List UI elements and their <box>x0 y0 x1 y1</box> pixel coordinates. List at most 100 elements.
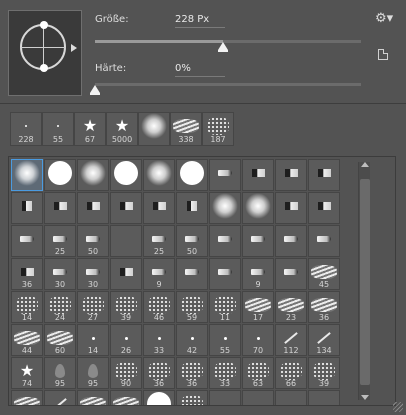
brush-preset[interactable]: 14 <box>77 324 109 356</box>
brush-preset[interactable] <box>110 390 142 405</box>
brush-preset[interactable]: 50 <box>77 225 109 257</box>
brush-preset[interactable] <box>11 192 43 224</box>
brush-preset[interactable]: 26 <box>110 324 142 356</box>
recent-brush[interactable]: 55 <box>42 112 74 146</box>
brush-preset[interactable]: 36 <box>176 357 208 389</box>
recent-brush[interactable]: 228 <box>10 112 42 146</box>
brush-preset[interactable]: 9 <box>242 258 274 290</box>
brush-preset[interactable] <box>176 192 208 224</box>
brush-preset[interactable]: 33 <box>143 324 175 356</box>
brush-preset[interactable] <box>11 390 43 405</box>
brush-preset[interactable]: 14 <box>11 291 43 323</box>
brush-preset[interactable] <box>77 390 109 405</box>
brush-preset[interactable] <box>44 159 76 191</box>
brush-preset[interactable]: 60 <box>44 324 76 356</box>
brush-preset[interactable] <box>11 225 43 257</box>
brush-preset[interactable] <box>209 390 241 405</box>
roundness-handle-bottom[interactable] <box>40 64 48 72</box>
brush-preset[interactable]: 24 <box>44 291 76 323</box>
brush-preset[interactable]: 112 <box>275 324 307 356</box>
brush-preset[interactable]: 134 <box>308 324 340 356</box>
brush-preset[interactable] <box>242 192 274 224</box>
brush-preset[interactable] <box>308 159 340 191</box>
recent-brush[interactable]: ★ 5000 <box>106 112 138 146</box>
brush-preset[interactable]: 95 <box>77 357 109 389</box>
brush-preset[interactable] <box>143 390 175 405</box>
brush-preset[interactable]: 95 <box>44 357 76 389</box>
brush-preset[interactable]: 55 <box>209 324 241 356</box>
brush-preset[interactable]: 70 <box>242 324 274 356</box>
brush-preset[interactable] <box>275 258 307 290</box>
brush-preset[interactable] <box>110 258 142 290</box>
brush-preset[interactable]: 36 <box>308 291 340 323</box>
recent-brush[interactable]: 338 <box>170 112 202 146</box>
brush-preset[interactable] <box>209 258 241 290</box>
brush-preset[interactable]: 36 <box>143 357 175 389</box>
brush-preset[interactable]: ★ 74 <box>11 357 43 389</box>
brush-preset[interactable] <box>77 192 109 224</box>
recent-brush[interactable] <box>138 112 170 146</box>
brush-preset[interactable] <box>176 390 208 405</box>
brush-preset-selected[interactable] <box>11 159 43 191</box>
brush-preset[interactable]: 30 <box>77 258 109 290</box>
brush-preset[interactable]: 50 <box>176 225 208 257</box>
gear-icon[interactable]: ⚙▾ <box>375 11 393 26</box>
brush-tip-preview[interactable] <box>8 10 82 96</box>
brush-preset[interactable] <box>110 225 142 257</box>
brush-preset[interactable]: 36 <box>11 258 43 290</box>
brush-preset[interactable]: 9 <box>143 258 175 290</box>
new-preset-icon[interactable] <box>378 49 388 60</box>
brush-preset[interactable] <box>308 390 340 405</box>
vertical-scrollbar[interactable] <box>358 162 370 400</box>
brush-preset[interactable] <box>275 390 307 405</box>
brush-preset[interactable]: 44 <box>11 324 43 356</box>
brush-preset[interactable] <box>143 192 175 224</box>
brush-preset[interactable]: 46 <box>143 291 175 323</box>
brush-preset[interactable] <box>275 225 307 257</box>
brush-preset[interactable] <box>110 192 142 224</box>
brush-preset[interactable] <box>308 225 340 257</box>
brush-preset[interactable]: 59 <box>176 291 208 323</box>
brush-preset[interactable] <box>242 225 274 257</box>
brush-preset[interactable] <box>308 192 340 224</box>
brush-preset[interactable] <box>143 159 175 191</box>
brush-preset[interactable]: 25 <box>143 225 175 257</box>
recent-brush[interactable]: 187 <box>202 112 234 146</box>
brush-preset[interactable]: 30 <box>44 258 76 290</box>
brush-preset[interactable]: 33 <box>209 357 241 389</box>
brush-preset[interactable]: 25 <box>44 225 76 257</box>
angle-arrow-icon[interactable] <box>71 44 77 52</box>
brush-preset[interactable] <box>209 159 241 191</box>
brush-preset[interactable] <box>275 192 307 224</box>
brush-tip-preview-icon[interactable] <box>20 21 66 72</box>
brush-preset[interactable] <box>176 258 208 290</box>
brush-preset[interactable]: 27 <box>77 291 109 323</box>
brush-preset[interactable]: 45 <box>308 258 340 290</box>
brush-preset[interactable]: 17 <box>242 291 274 323</box>
recent-brush[interactable]: ★ 67 <box>74 112 106 146</box>
brush-preset[interactable]: 39 <box>110 291 142 323</box>
brush-preset[interactable]: 42 <box>176 324 208 356</box>
size-slider-track[interactable] <box>95 40 361 43</box>
brush-preset[interactable] <box>44 390 76 405</box>
scroll-down-arrow-icon[interactable] <box>361 395 369 400</box>
brush-preset[interactable] <box>176 159 208 191</box>
brush-preset[interactable] <box>44 192 76 224</box>
hardness-slider-track[interactable] <box>95 83 361 86</box>
brush-preset[interactable] <box>242 390 274 405</box>
brush-preset[interactable] <box>110 159 142 191</box>
brush-preset[interactable]: 63 <box>242 357 274 389</box>
brush-preset[interactable]: 66 <box>275 357 307 389</box>
scroll-up-arrow-icon[interactable] <box>361 162 369 167</box>
brush-preset[interactable] <box>77 159 109 191</box>
hardness-slider-thumb[interactable] <box>90 85 100 95</box>
roundness-handle-top[interactable] <box>40 21 48 29</box>
brush-preset[interactable] <box>209 192 241 224</box>
brush-preset[interactable] <box>242 159 274 191</box>
brush-preset[interactable] <box>209 225 241 257</box>
resize-grip-icon[interactable] <box>393 402 403 412</box>
size-field[interactable]: 228 Px <box>175 14 225 28</box>
brush-preset[interactable]: 11 <box>209 291 241 323</box>
brush-preset[interactable] <box>275 159 307 191</box>
scrollbar-thumb[interactable] <box>360 179 370 385</box>
